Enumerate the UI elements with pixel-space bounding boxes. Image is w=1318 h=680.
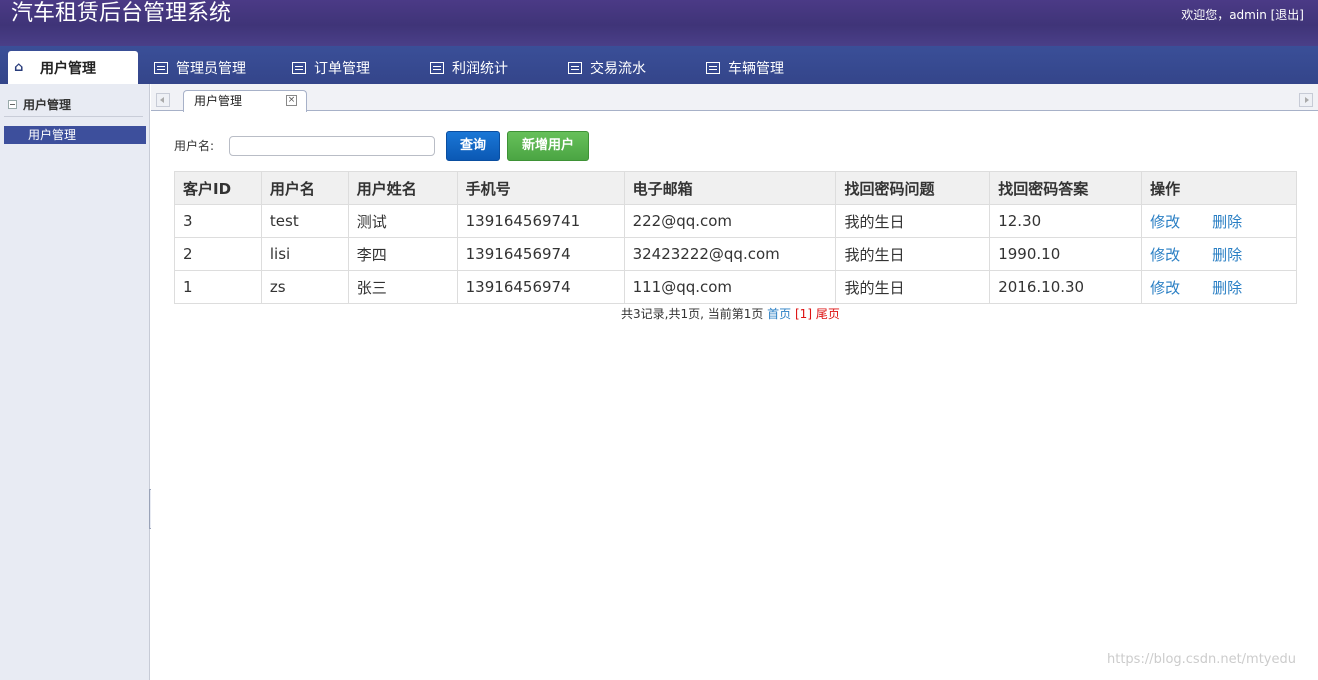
sidebar-section-title: 用户管理 [23,98,72,112]
cell-email: 32423222@qq.com [623,237,837,271]
tab-label: 用户管理 [194,94,243,108]
column-header: 操作 [1141,171,1297,205]
cell-name: 张三 [347,270,458,304]
cell-id: 3 [174,204,262,238]
username-search-input[interactable] [229,136,435,156]
nav-tab-label: 交易流水 [590,60,646,77]
app-header: 汽车租赁后台管理系统 欢迎您，admin [退出] [0,0,1318,46]
table-row: 1 zs 张三 13916456974 111@qq.com 我的生日 2016… [174,270,1297,304]
cell-question: 我的生日 [835,270,991,304]
main-content: 用户名: 查询 新增用户 客户ID 用户名 用户姓名 手机号 电子邮箱 找回密码… [151,112,1318,680]
cell-actions: 修改 删除 [1141,270,1297,304]
cell-email: 222@qq.com [623,204,837,238]
column-header: 找回密码问题 [835,171,991,205]
nav-tab-label: 订单管理 [314,60,370,77]
edit-link[interactable]: 修改 [1150,211,1212,232]
sidebar: 用户管理 用户管理 [0,84,150,680]
edit-link[interactable]: 修改 [1150,277,1212,298]
nav-tab-label: 用户管理 [40,60,96,77]
first-page-link[interactable]: 首页 [767,307,791,321]
current-page: [1] [791,307,816,321]
nav-tab-label: 车辆管理 [728,60,784,77]
cell-username: zs [260,270,349,304]
pagination: 共3记录,共1页, 当前第1页 首页 [1] 尾页 [621,305,840,322]
cell-phone: 13916456974 [456,237,625,271]
edit-link[interactable]: 修改 [1150,244,1212,265]
delete-link[interactable]: 删除 [1212,213,1242,231]
tab-scroll-left-icon[interactable] [156,93,170,107]
username-label: 用户名: [174,139,215,153]
app-title: 汽车租赁后台管理系统 [11,1,232,26]
cell-phone: 13916456974 [456,270,625,304]
list-icon [706,61,720,74]
table-row: 2 lisi 李四 13916456974 32423222@qq.com 我的… [174,237,1297,271]
sidebar-item-user-management[interactable]: 用户管理 [4,126,146,144]
list-icon [568,61,582,74]
nav-tab-profit-statistics[interactable]: 利润统计 [414,51,508,84]
query-button[interactable]: 查询 [446,131,500,161]
cell-id: 1 [174,270,262,304]
user-info: 欢迎您，admin [退出] [1181,6,1304,23]
close-icon[interactable]: × [286,95,297,106]
nav-tab-admin-management[interactable]: 管理员管理 [138,51,246,84]
list-icon [154,61,168,74]
column-header: 用户名 [260,171,349,205]
cell-answer: 2016.10.30 [989,270,1143,304]
cell-name: 李四 [347,237,458,271]
sidebar-section-header[interactable]: 用户管理 [8,96,71,113]
cell-phone: 139164569741 [456,204,625,238]
cell-name: 测试 [347,204,458,238]
column-header: 客户ID [174,171,262,205]
home-icon: ⌂ [14,60,24,75]
nav-tab-label: 利润统计 [452,60,508,77]
collapse-minus-icon[interactable] [8,100,17,109]
cell-answer: 1990.10 [989,237,1143,271]
delete-link[interactable]: 删除 [1212,246,1242,264]
cell-actions: 修改 删除 [1141,204,1297,238]
welcome-text: 欢迎您，admin [1181,8,1271,22]
cell-answer: 12.30 [989,204,1143,238]
tab-strip: 用户管理 × [151,84,1318,112]
nav-tab-label: 管理员管理 [176,60,246,77]
cell-username: test [260,204,349,238]
add-user-button[interactable]: 新增用户 [507,131,589,161]
delete-link[interactable]: 删除 [1212,279,1242,297]
nav-tab-transactions[interactable]: 交易流水 [552,51,646,84]
last-page-link[interactable]: 尾页 [816,307,840,321]
cell-question: 我的生日 [835,204,991,238]
cell-email: 111@qq.com [623,270,837,304]
column-header: 手机号 [456,171,625,205]
column-header: 用户姓名 [347,171,458,205]
nav-tab-vehicle-management[interactable]: 车辆管理 [690,51,784,84]
list-icon [430,61,444,74]
column-header: 电子邮箱 [623,171,837,205]
pagination-summary: 共3记录,共1页, 当前第1页 [621,307,768,321]
tab-user-management[interactable]: 用户管理 × [183,90,307,112]
watermark-text: https://blog.csdn.net/mtyedu [1106,652,1296,667]
tab-scroll-right-icon[interactable] [1299,93,1313,107]
nav-tab-user-management[interactable]: ⌂ 用户管理 [8,51,138,84]
cell-id: 2 [174,237,262,271]
table-row: 3 test 测试 139164569741 222@qq.com 我的生日 1… [174,204,1297,238]
logout-link[interactable]: [退出] [1271,8,1304,22]
user-table: 客户ID 用户名 用户姓名 手机号 电子邮箱 找回密码问题 找回密码答案 操作 … [174,171,1297,304]
sidebar-divider [4,116,143,117]
list-icon [292,61,306,74]
cell-question: 我的生日 [835,237,991,271]
cell-actions: 修改 删除 [1141,237,1297,271]
nav-tab-order-management[interactable]: 订单管理 [276,51,370,84]
cell-username: lisi [260,237,349,271]
top-nav: ⌂ 用户管理 管理员管理 订单管理 利润统计 交易流水 车辆管理 [0,46,1318,84]
table-header-row: 客户ID 用户名 用户姓名 手机号 电子邮箱 找回密码问题 找回密码答案 操作 [174,171,1297,205]
column-header: 找回密码答案 [989,171,1143,205]
